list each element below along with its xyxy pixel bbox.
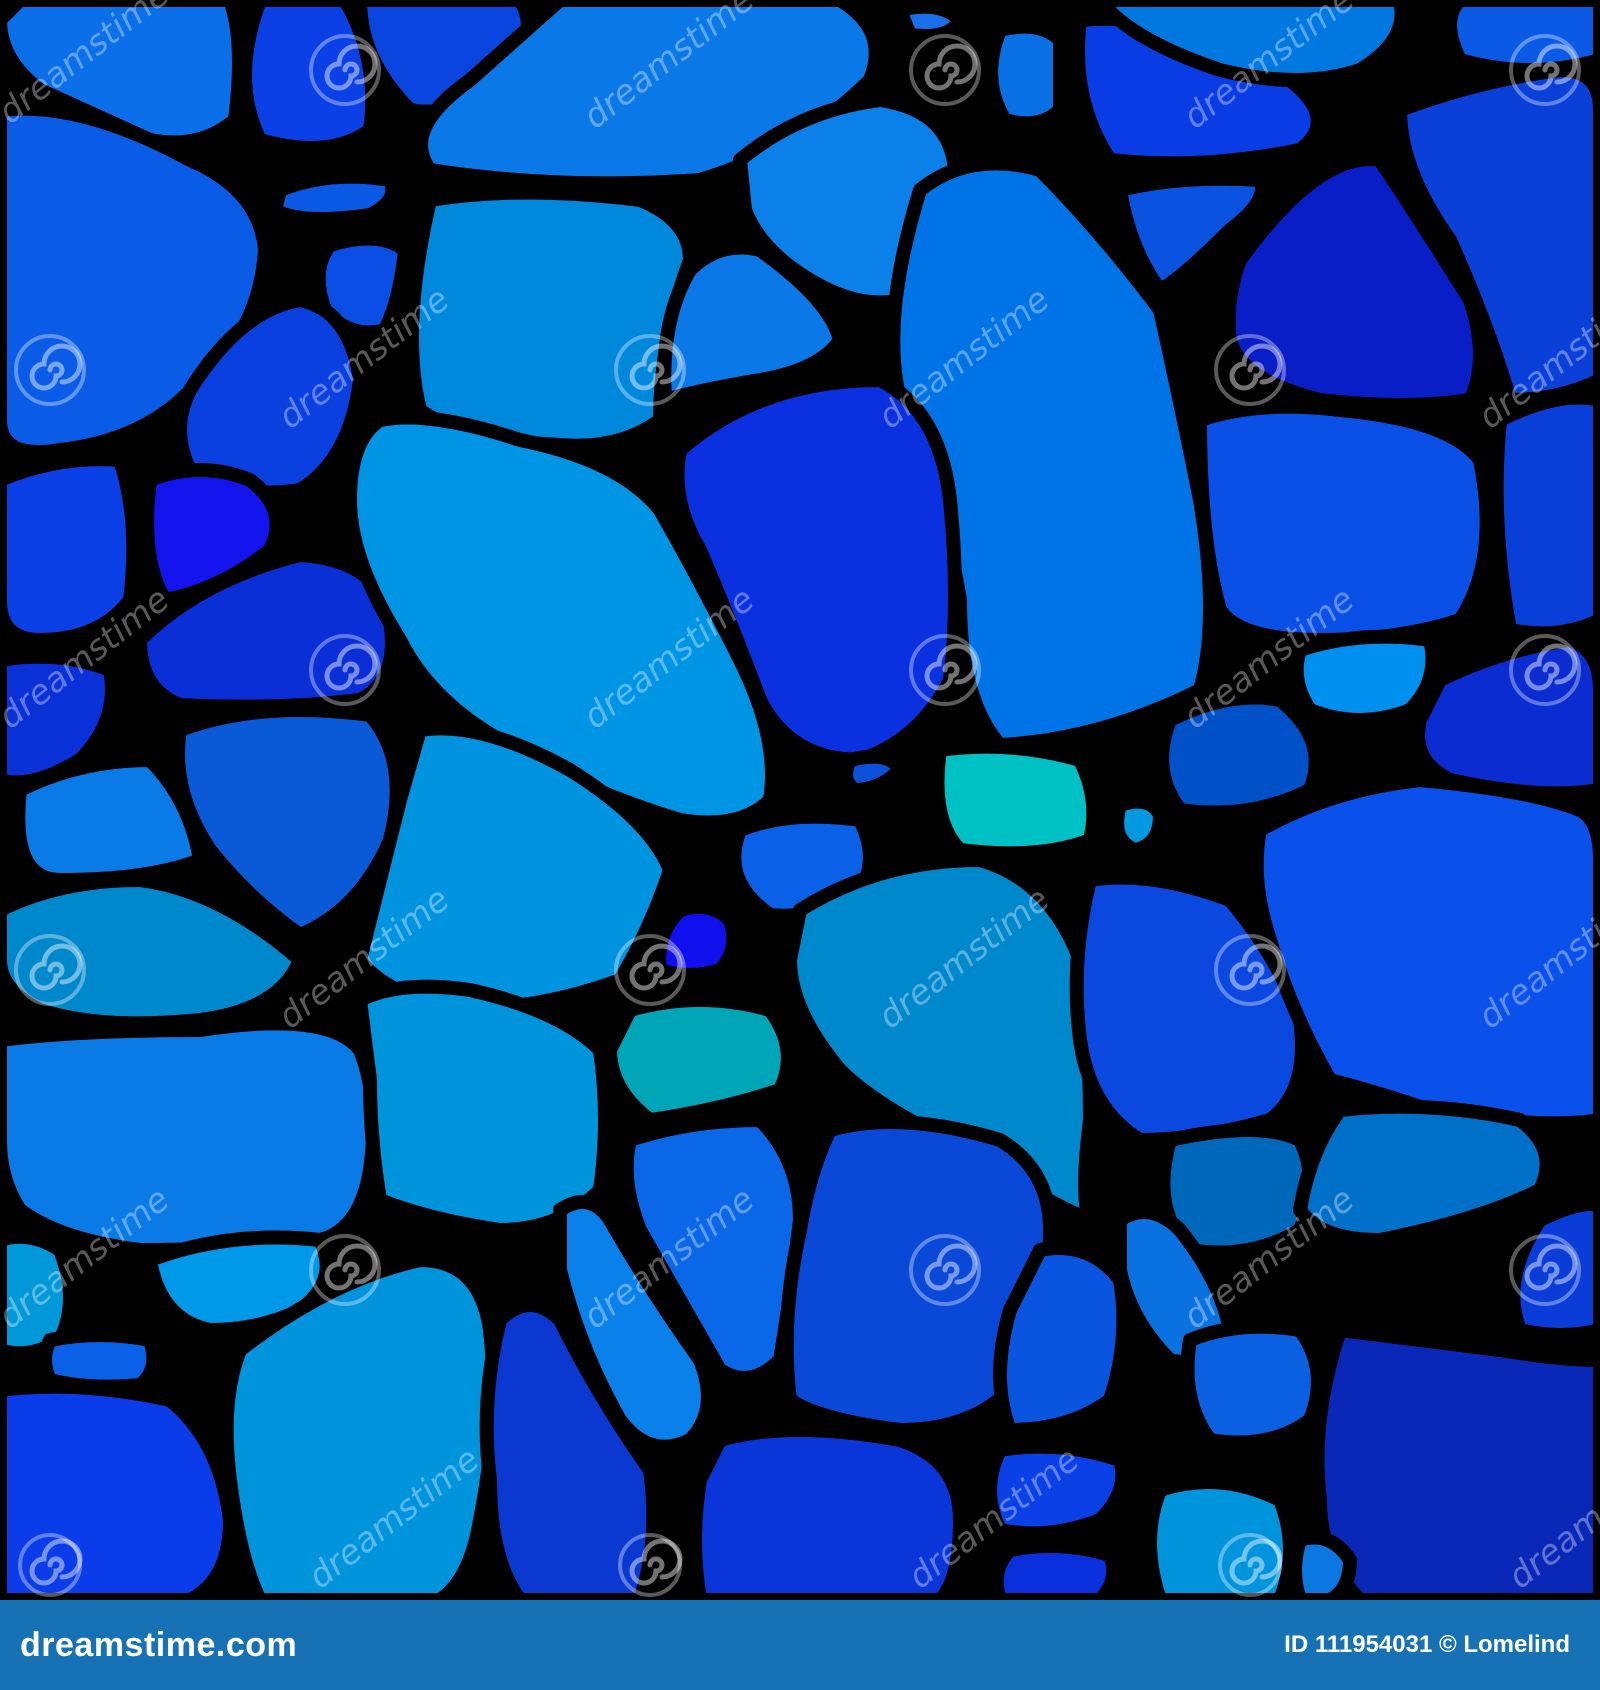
footer-bar: dreamstime.com ID 111954031 © Lomelind: [0, 1600, 1600, 1690]
mosaic-stone: [38, 1328, 161, 1394]
mosaic-stone: [984, 19, 1067, 131]
mosaic-stone: [1110, 794, 1167, 857]
mosaic-stone: [1289, 629, 1440, 727]
mosaic-stone: [353, 979, 612, 1237]
mosaic-stone: [930, 739, 1101, 861]
mosaic-stone: [603, 993, 795, 1127]
mosaic-stone: [1489, 390, 1600, 641]
mosaic-stone: [989, 1539, 1121, 1600]
mosaic-stone: [0, 1016, 381, 1257]
mosaic-stone: [1288, 1530, 1357, 1600]
mosaic-stone: [11, 753, 207, 887]
mosaic-stone: [893, 0, 967, 43]
mosaic-stone: [1180, 1319, 1325, 1450]
mosaic-stone: [405, 185, 697, 453]
mosaic-stone: [268, 169, 400, 226]
mosaic-stone: [839, 749, 907, 797]
footer-brand[interactable]: dreamstime.com: [20, 1626, 297, 1665]
stained-glass-mosaic: dreamstime dreamstime dreamstime dreamst…: [0, 0, 1600, 1600]
footer-credit: ID 111954031 © Lomelind: [1284, 1631, 1570, 1658]
